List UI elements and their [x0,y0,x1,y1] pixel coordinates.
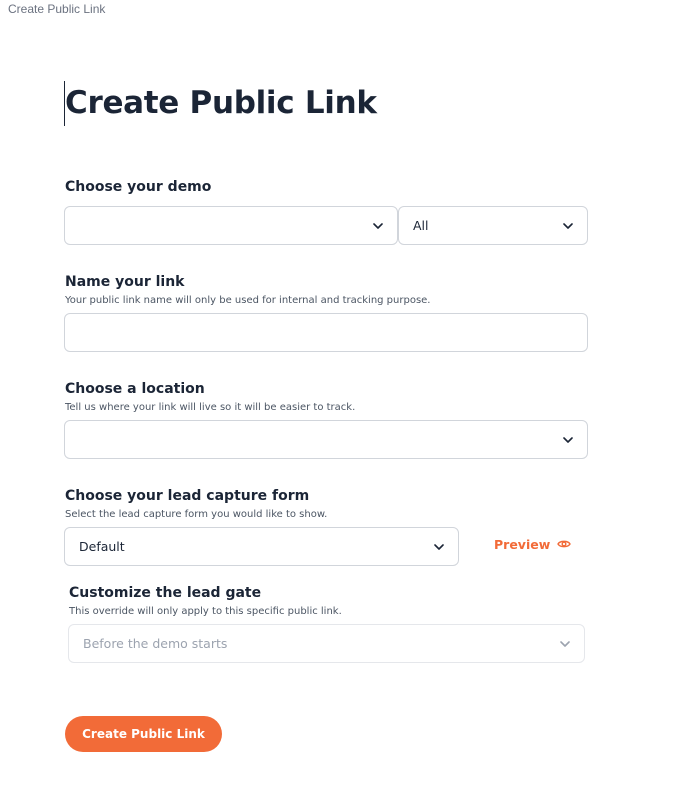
lead-form-section-title: Choose your lead capture form [65,488,310,504]
lead-gate-section-title: Customize the lead gate [69,585,262,601]
demo-filter-select[interactable]: All [398,206,588,245]
chevron-down-icon [563,221,573,231]
link-name-input[interactable] [64,313,588,352]
chevron-down-icon [434,542,444,552]
preview-label: Preview [494,537,551,552]
lead-form-select-value: Default [79,539,125,554]
preview-link[interactable]: Preview [494,537,572,552]
create-public-link-button[interactable]: Create Public Link [65,716,222,752]
lead-gate-select[interactable]: Before the demo starts [68,624,585,663]
lead-form-select[interactable]: Default [64,527,459,566]
location-subtitle: Tell us where your link will live so it … [65,402,356,413]
chevron-down-icon [373,221,383,231]
demo-select[interactable] [64,206,398,245]
link-name-subtitle: Your public link name will only be used … [65,295,431,306]
eye-icon [557,537,572,552]
chevron-down-icon [560,639,570,649]
link-name-section-title: Name your link [65,274,185,290]
lead-gate-select-value: Before the demo starts [83,636,228,651]
demo-filter-value: All [413,218,429,233]
chevron-down-icon [563,435,573,445]
lead-gate-subtitle: This override will only apply to this sp… [69,606,342,617]
lead-form-subtitle: Select the lead capture form you would l… [65,509,328,520]
page-title: Create Public Link [65,85,377,121]
location-select[interactable] [64,420,588,459]
location-section-title: Choose a location [65,381,205,397]
demo-section-title: Choose your demo [65,179,212,195]
window-tab-title: Create Public Link [8,2,106,16]
